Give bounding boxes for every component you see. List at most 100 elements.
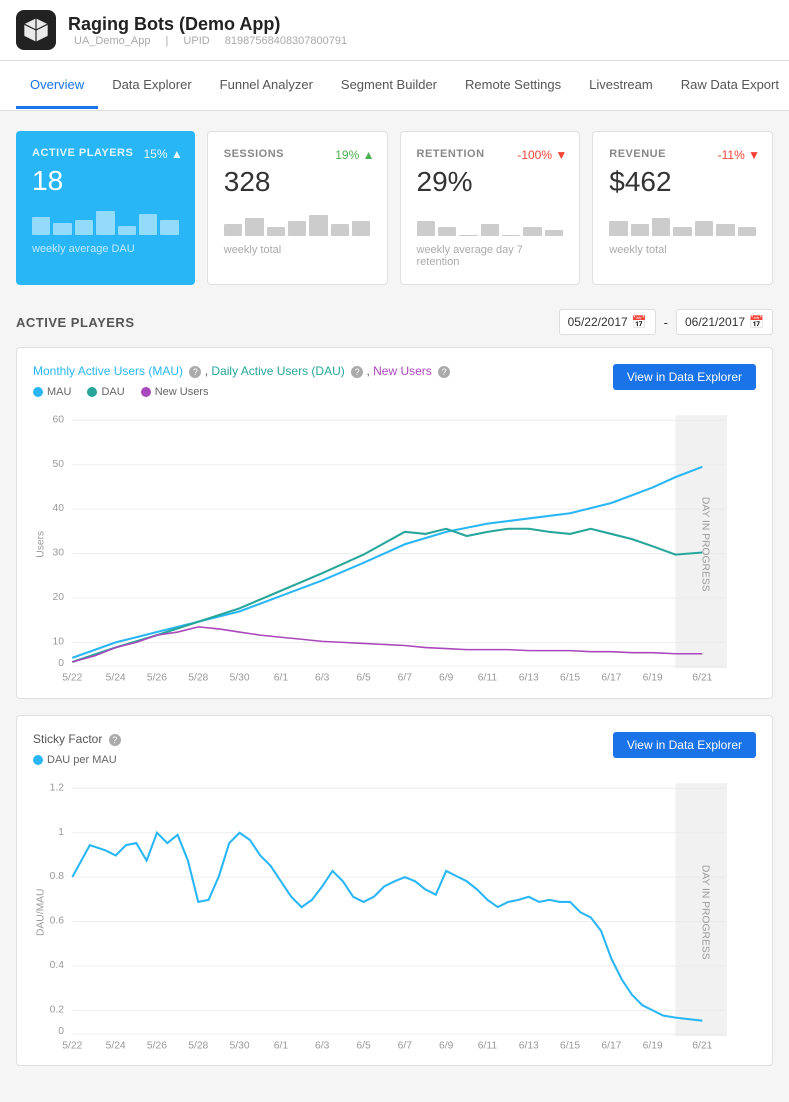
svg-text:20: 20 — [53, 592, 65, 603]
sticky-factor-svg: 1.2 1 0.8 0.6 0.4 0.2 0 DAU/MAU DA — [33, 778, 756, 1047]
view-in-data-explorer-btn-1[interactable]: View in Data Explorer — [613, 364, 756, 390]
tab-livestream[interactable]: Livestream — [575, 63, 667, 109]
date-start-input[interactable]: 05/22/2017 📅 — [559, 309, 656, 335]
revenue-value: $462 — [609, 166, 756, 198]
calendar-icon-end: 📅 — [749, 315, 764, 329]
app-header: Raging Bots (Demo App) UA_Demo_App | UPI… — [0, 0, 789, 61]
svg-text:6/3: 6/3 — [315, 1040, 330, 1051]
svg-text:30: 30 — [53, 548, 65, 559]
chart-header: Monthly Active Users (MAU) ? , Daily Act… — [33, 364, 756, 398]
svg-text:6/1: 6/1 — [274, 1040, 289, 1051]
svg-text:6/11: 6/11 — [478, 1040, 498, 1051]
svg-text:0.6: 0.6 — [50, 915, 65, 926]
chart-legend: MAU DAU New Users — [33, 386, 450, 398]
stat-card-sessions: SESSIONS 19% ▲ 328 weekly total — [207, 131, 388, 285]
svg-text:5/30: 5/30 — [230, 673, 250, 684]
active-players-change: 15% ▲ — [143, 147, 182, 161]
svg-text:6/13: 6/13 — [519, 673, 539, 684]
legend-dau-per-mau: DAU per MAU — [33, 754, 117, 766]
retention-bars — [417, 206, 564, 236]
svg-text:50: 50 — [53, 459, 65, 470]
retention-change: -100% ▼ — [517, 148, 567, 162]
retention-value: 29% — [417, 166, 564, 198]
retention-subtitle: weekly average day 7 retention — [417, 244, 564, 268]
revenue-bars — [609, 206, 756, 236]
svg-text:5/26: 5/26 — [147, 1040, 167, 1051]
active-players-value: 18 — [32, 165, 179, 197]
svg-text:0: 0 — [58, 658, 64, 669]
svg-text:DAU/MAU: DAU/MAU — [35, 888, 46, 936]
svg-text:6/15: 6/15 — [560, 673, 580, 684]
tab-funnel-analyzer[interactable]: Funnel Analyzer — [206, 63, 327, 109]
sessions-value: 328 — [224, 166, 371, 198]
mau-dau-chart-area: 60 50 40 30 20 10 0 Users DAY IN P — [33, 410, 756, 682]
dau-info-icon[interactable]: ? — [351, 366, 363, 378]
svg-text:0.8: 0.8 — [50, 871, 65, 882]
svg-text:5/30: 5/30 — [230, 1040, 250, 1051]
sticky-info-icon[interactable]: ? — [109, 734, 121, 746]
svg-text:6/15: 6/15 — [560, 1040, 580, 1051]
svg-text:5/26: 5/26 — [147, 673, 167, 684]
svg-text:0.4: 0.4 — [50, 960, 65, 971]
svg-text:1.2: 1.2 — [50, 782, 65, 793]
date-range: 05/22/2017 📅 - 06/21/2017 📅 — [559, 309, 773, 335]
svg-text:6/19: 6/19 — [643, 1040, 663, 1051]
new-users-info-icon[interactable]: ? — [438, 366, 450, 378]
svg-text:6/5: 6/5 — [356, 1040, 371, 1051]
svg-text:0: 0 — [58, 1026, 64, 1037]
active-players-subtitle: weekly average DAU — [32, 243, 179, 255]
svg-text:6/17: 6/17 — [601, 1040, 621, 1051]
svg-text:6/9: 6/9 — [439, 673, 454, 684]
svg-text:10: 10 — [53, 636, 65, 647]
svg-text:5/22: 5/22 — [62, 673, 82, 684]
svg-text:5/22: 5/22 — [62, 1040, 82, 1051]
active-players-bars — [32, 205, 179, 235]
sessions-bars — [224, 206, 371, 236]
stat-card-active-players: ACTIVE PLAYERS 15% ▲ 18 weekly average D… — [16, 131, 195, 285]
app-subtitle: UA_Demo_App | UPID 81987568408307800791 — [68, 35, 353, 47]
tab-overview[interactable]: Overview — [16, 63, 98, 109]
svg-text:6/17: 6/17 — [601, 673, 621, 684]
app-title-block: Raging Bots (Demo App) UA_Demo_App | UPI… — [68, 14, 353, 47]
app-title: Raging Bots (Demo App) — [68, 14, 353, 35]
svg-text:Users: Users — [35, 531, 46, 558]
svg-text:6/11: 6/11 — [478, 673, 498, 684]
app-logo — [16, 10, 56, 50]
calendar-icon: 📅 — [632, 315, 647, 329]
svg-text:6/19: 6/19 — [643, 673, 663, 684]
view-in-data-explorer-btn-2[interactable]: View in Data Explorer — [613, 732, 756, 758]
mau-info-icon[interactable]: ? — [189, 366, 201, 378]
tab-raw-data-export[interactable]: Raw Data Export — [667, 63, 789, 109]
active-players-section-title: ACTIVE PLAYERS — [16, 315, 135, 330]
chart-title-line: Monthly Active Users (MAU) ? , Daily Act… — [33, 364, 450, 378]
svg-text:6/21: 6/21 — [692, 1040, 712, 1051]
svg-text:6/21: 6/21 — [692, 673, 712, 684]
tab-data-explorer[interactable]: Data Explorer — [98, 63, 205, 109]
tab-remote-settings[interactable]: Remote Settings — [451, 63, 575, 109]
svg-text:0.2: 0.2 — [50, 1004, 65, 1015]
legend-mau: MAU — [33, 386, 71, 398]
tab-segment-builder[interactable]: Segment Builder — [327, 63, 451, 109]
nav-bar: Overview Data Explorer Funnel Analyzer S… — [0, 61, 789, 111]
svg-text:DAY IN PROGRESS: DAY IN PROGRESS — [699, 497, 710, 592]
svg-text:6/3: 6/3 — [315, 673, 330, 684]
svg-text:1: 1 — [58, 826, 64, 837]
svg-text:60: 60 — [53, 414, 65, 425]
mau-dau-svg: 60 50 40 30 20 10 0 Users DAY IN P — [33, 410, 756, 679]
sticky-factor-chart-container: Sticky Factor ? DAU per MAU View in Data… — [16, 715, 773, 1067]
stat-card-revenue: REVENUE -11% ▼ $462 weekly total — [592, 131, 773, 285]
stat-card-retention: RETENTION -100% ▼ 29% weekly average day… — [400, 131, 581, 285]
revenue-subtitle: weekly total — [609, 244, 756, 256]
svg-text:6/1: 6/1 — [274, 673, 289, 684]
date-end-input[interactable]: 06/21/2017 📅 — [676, 309, 773, 335]
svg-text:6/5: 6/5 — [356, 673, 371, 684]
svg-text:5/24: 5/24 — [106, 673, 126, 684]
sticky-chart-header: Sticky Factor ? DAU per MAU View in Data… — [33, 732, 756, 766]
sticky-chart-title: Sticky Factor ? — [33, 732, 121, 746]
svg-text:40: 40 — [53, 503, 65, 514]
svg-text:6/13: 6/13 — [519, 1040, 539, 1051]
sessions-change: 19% ▲ — [335, 148, 374, 162]
sessions-subtitle: weekly total — [224, 244, 371, 256]
mau-dau-chart-container: Monthly Active Users (MAU) ? , Daily Act… — [16, 347, 773, 699]
legend-dau: DAU — [87, 386, 124, 398]
